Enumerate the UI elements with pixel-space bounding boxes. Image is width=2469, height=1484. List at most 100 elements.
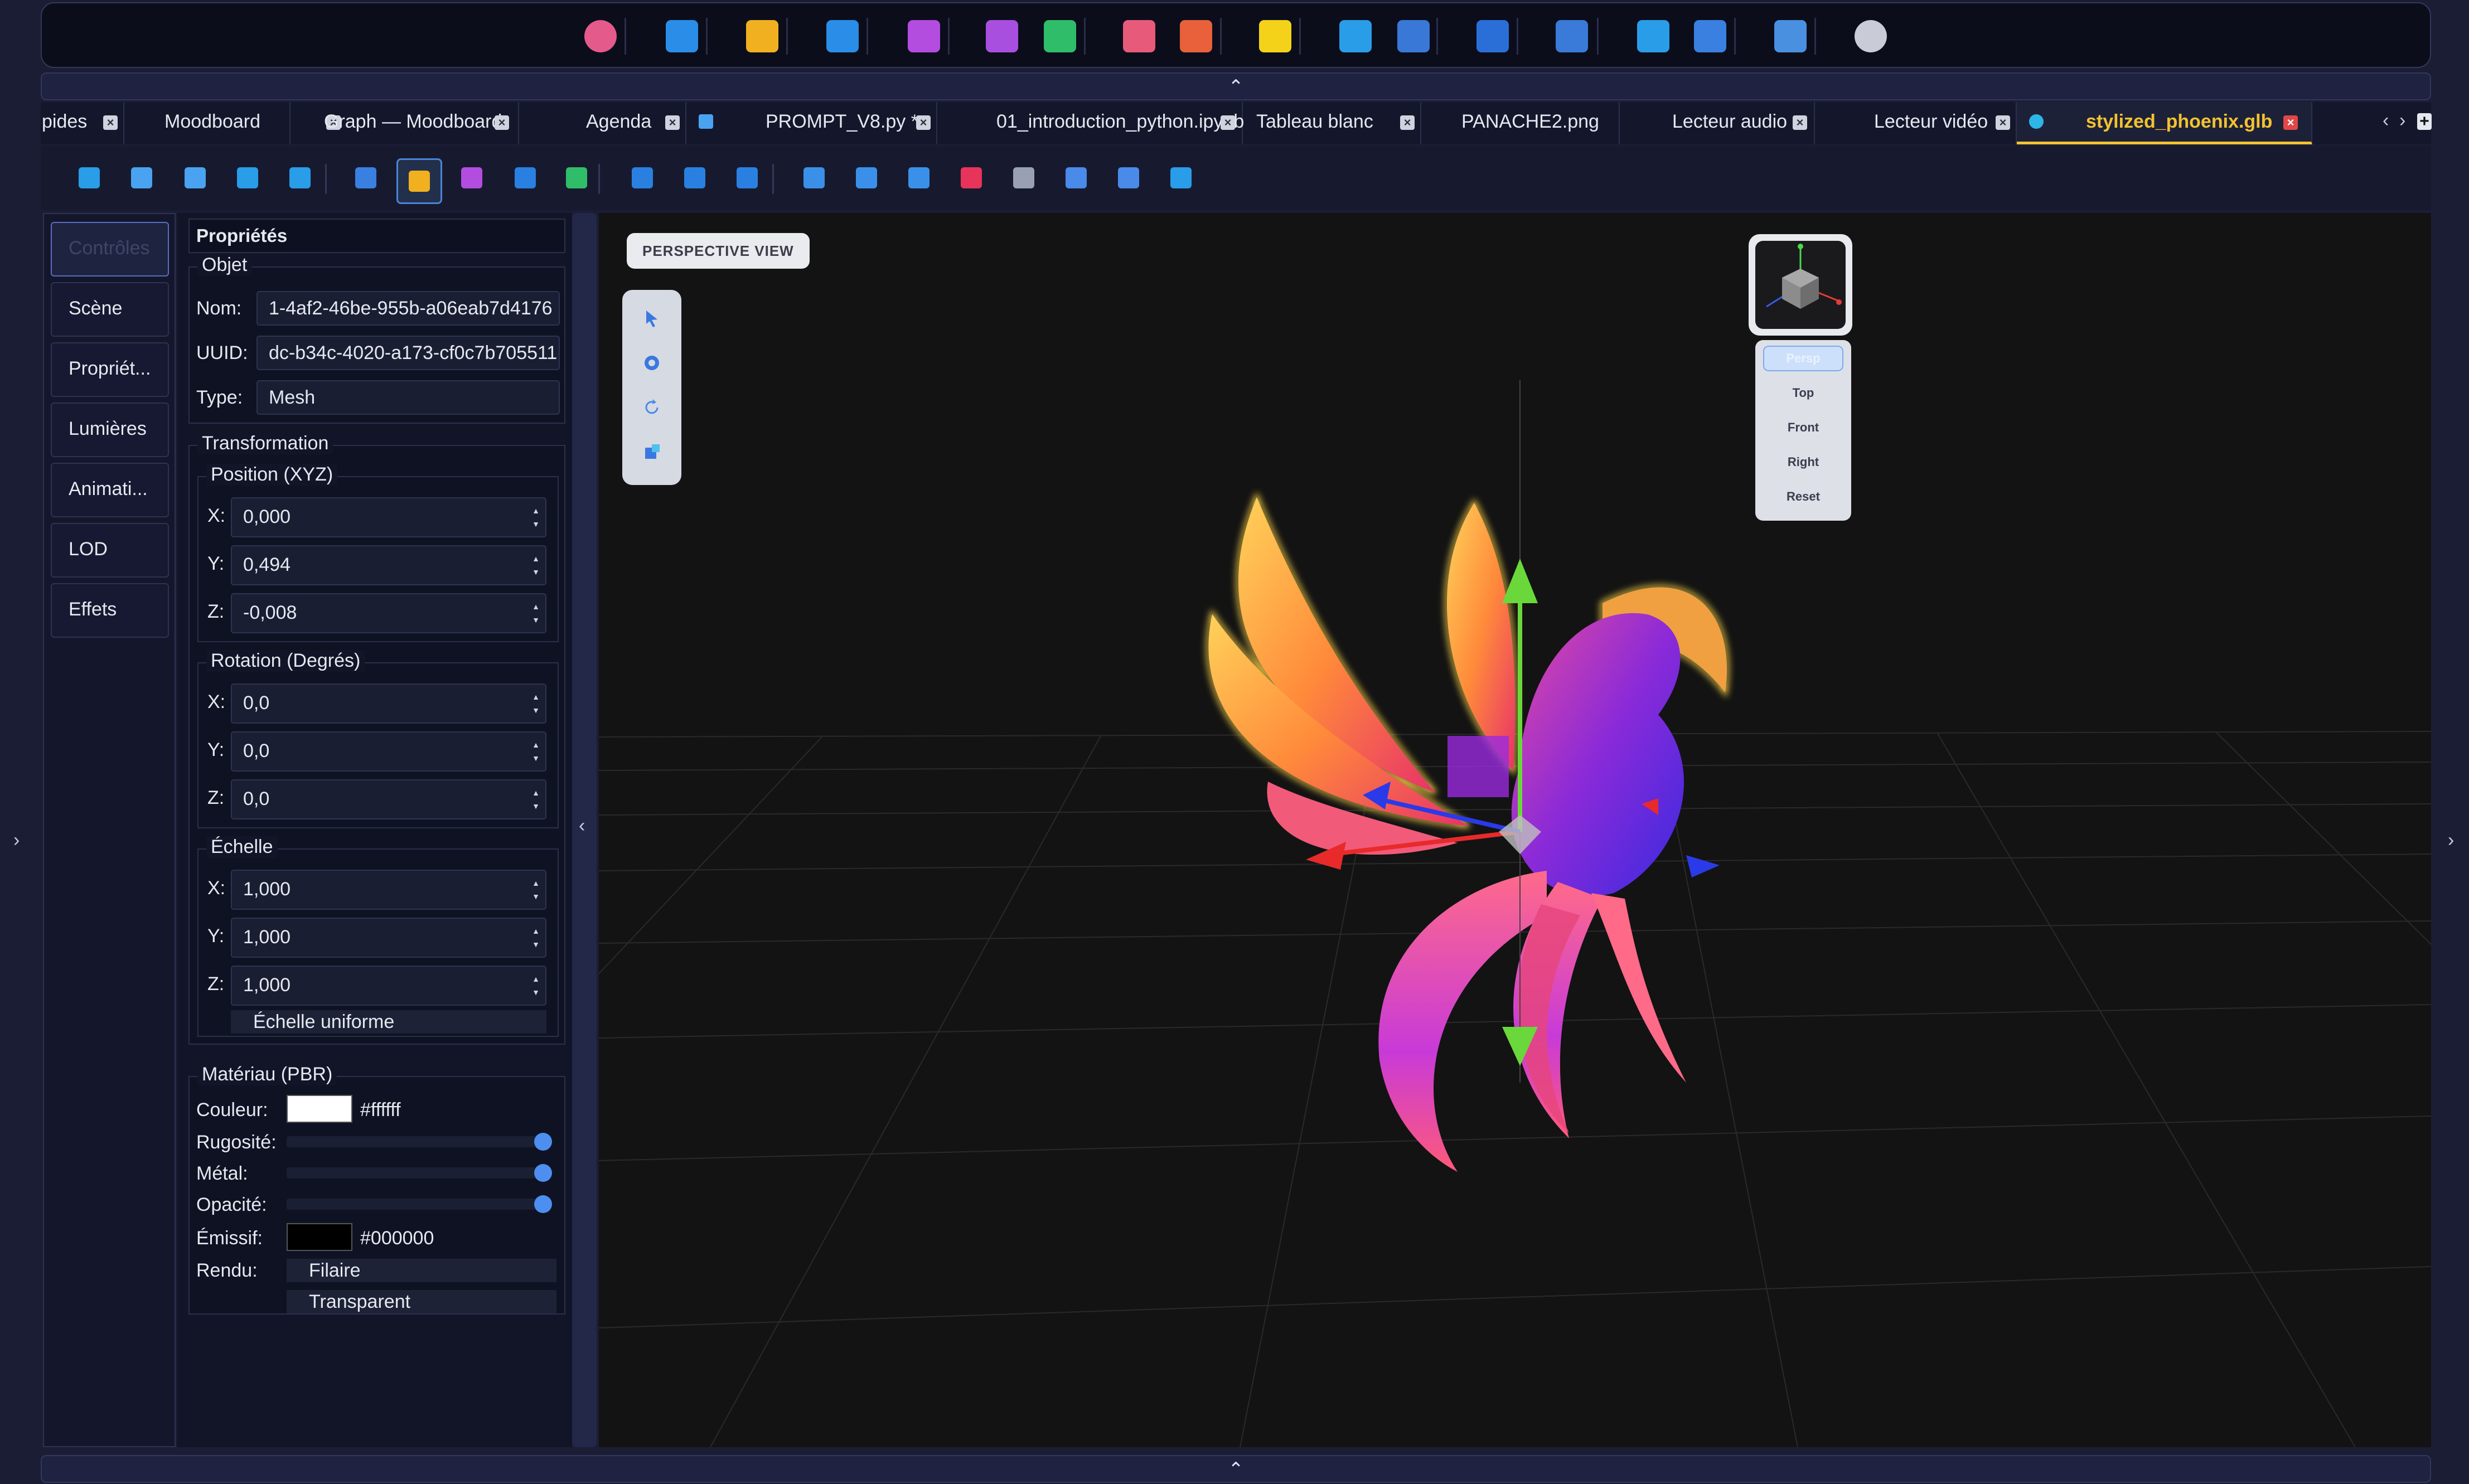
zoom-out-icon[interactable] (284, 162, 316, 194)
plane-icon[interactable] (509, 162, 541, 194)
nav-lod[interactable]: LOD (51, 523, 169, 578)
spinner-arrows-icon[interactable]: ▲ ▼ (532, 552, 540, 579)
redo-icon[interactable] (179, 162, 211, 194)
line-icon[interactable] (560, 162, 593, 194)
nav-controles[interactable]: Contrôles (51, 222, 169, 277)
view-persp-button[interactable]: Persp (1763, 346, 1843, 371)
fullscreen-icon[interactable] (1165, 162, 1197, 194)
spinner-arrows-icon[interactable]: ▲ ▼ (532, 876, 540, 903)
audio-player-app-icon[interactable] (1637, 20, 1669, 52)
tab-stylized-phoenix[interactable]: stylized_phoenix.glb × (2017, 102, 2312, 144)
rotate-icon[interactable] (637, 392, 667, 423)
transparent-toggle[interactable]: Transparent (287, 1290, 556, 1313)
panel-splitter[interactable]: ‹ (572, 213, 599, 1447)
window-app-icon[interactable] (666, 20, 698, 52)
grid-icon[interactable] (456, 162, 488, 194)
orbit-icon[interactable] (637, 348, 667, 378)
sticky-note-app-icon[interactable] (1259, 20, 1291, 52)
spinner-arrows-icon[interactable]: ▲ ▼ (532, 924, 540, 951)
code-editor-app-icon[interactable] (1339, 20, 1372, 52)
position-y-input[interactable]: 0,494 ▲ ▼ (231, 545, 546, 585)
axis-cube-icon[interactable] (1755, 241, 1846, 329)
slider-handle[interactable] (534, 1164, 552, 1182)
save-icon[interactable] (798, 162, 830, 194)
close-icon[interactable]: × (1793, 115, 1807, 130)
close-icon[interactable]: × (1400, 115, 1415, 130)
pause-icon[interactable] (679, 162, 711, 194)
app-logo-icon[interactable] (584, 20, 617, 52)
uniform-scale-toggle[interactable]: Échelle uniforme (231, 1010, 546, 1034)
close-icon[interactable]: × (665, 115, 680, 130)
nav-animation[interactable]: Animati... (51, 463, 169, 517)
object-uuid-field[interactable]: dc-b34c-4020-a173-cf0c7b705511 (256, 336, 560, 370)
epub-app-icon[interactable] (1180, 20, 1212, 52)
nav-proprietes[interactable]: Propriét... (51, 342, 169, 397)
right-rail[interactable]: › (2431, 102, 2469, 1484)
spinner-arrows-icon[interactable]: ▲ ▼ (532, 600, 540, 627)
presentation-app-icon[interactable] (908, 20, 940, 52)
hand-pan-icon[interactable] (1060, 162, 1092, 194)
view-mode-label[interactable]: PERSPECTIVE VIEW (627, 233, 810, 269)
view-front-button[interactable]: Front (1763, 415, 1843, 440)
video-player-app-icon[interactable] (1694, 20, 1726, 52)
zoom-fit-icon[interactable] (73, 162, 105, 194)
close-icon[interactable]: × (916, 115, 931, 130)
tab-lecteur-audio[interactable]: Lecteur audio × (1620, 102, 1815, 144)
close-icon[interactable]: × (2283, 115, 2298, 130)
nav-effets[interactable]: Effets (51, 583, 169, 638)
phoenix-model[interactable] (1206, 380, 1729, 1172)
3d-viewer-app-icon[interactable] (1774, 20, 1807, 52)
save-as-icon[interactable] (850, 162, 883, 194)
play-icon[interactable] (626, 162, 659, 194)
undo-icon[interactable] (125, 162, 158, 194)
object-name-field[interactable]: 1-4af2-46be-955b-a06eab7d4176 (256, 291, 560, 326)
rotation-y-input[interactable]: 0,0 ▲ ▼ (231, 731, 546, 772)
roughness-slider[interactable] (287, 1133, 552, 1151)
view-reset-button[interactable]: Reset (1763, 484, 1843, 510)
tab-agenda[interactable]: Agenda × (519, 102, 686, 144)
pdf-app-icon[interactable] (1123, 20, 1155, 52)
tab-lecteur-video[interactable]: Lecteur vidéo × (1815, 102, 2017, 144)
settings-icon[interactable] (1008, 162, 1040, 194)
new-tab-icon[interactable]: + (2417, 113, 2432, 130)
zoom-in-icon[interactable] (231, 162, 264, 194)
close-icon[interactable]: × (1221, 115, 1235, 130)
whiteboard-app-icon[interactable] (1476, 20, 1509, 52)
color-swatch[interactable] (287, 1095, 352, 1123)
tab-moodboard[interactable]: Moodboard × (124, 102, 341, 144)
image-viewer-app-icon[interactable] (1556, 20, 1588, 52)
nav-scene[interactable]: Scène (51, 282, 169, 337)
close-icon[interactable]: × (103, 115, 118, 130)
spinner-arrows-icon[interactable]: ▲ ▼ (532, 972, 540, 999)
tab-intro-notebook[interactable]: 01_introduction_python.ipynb × (937, 102, 1244, 144)
tab-scroll-right-icon[interactable]: › (2399, 110, 2405, 132)
stop-icon[interactable] (731, 162, 763, 194)
export-icon[interactable] (955, 162, 987, 194)
spinner-arrows-icon[interactable]: ▲ ▼ (532, 786, 540, 813)
close-icon[interactable]: × (495, 115, 509, 130)
moodboard-app-icon[interactable] (746, 20, 778, 52)
rotation-z-input[interactable]: 0,0 ▲ ▼ (231, 779, 546, 819)
rotation-x-input[interactable]: 0,0 ▲ ▼ (231, 683, 546, 724)
slider-handle[interactable] (534, 1133, 552, 1151)
left-rail[interactable]: › (0, 102, 41, 1484)
texture-icon[interactable] (396, 158, 442, 204)
close-icon[interactable]: × (1996, 115, 2010, 130)
spinner-arrows-icon[interactable]: ▲ ▼ (532, 504, 540, 531)
slider-handle[interactable] (534, 1195, 552, 1213)
scene-canvas[interactable] (599, 213, 2431, 1447)
scale-x-input[interactable]: 1,000 ▲ ▼ (231, 870, 546, 910)
select-cursor-icon[interactable] (637, 303, 667, 333)
emissive-swatch[interactable] (287, 1223, 352, 1251)
spinner-arrows-icon[interactable]: ▲ ▼ (532, 738, 540, 765)
grid-edit-icon[interactable] (350, 162, 382, 194)
tab-prompt-v8[interactable]: PROMPT_V8.py * × (686, 102, 937, 144)
collapse-top-bar[interactable]: ⌃ (41, 72, 2431, 100)
opacity-slider[interactable] (287, 1195, 552, 1213)
settings-app-icon[interactable] (1855, 20, 1887, 52)
spinner-arrows-icon[interactable]: ▲ ▼ (532, 690, 540, 717)
collapse-bottom-bar[interactable]: ⌃ (41, 1455, 2431, 1483)
wireframe-toggle[interactable]: Filaire (287, 1259, 556, 1282)
view-top-button[interactable]: Top (1763, 380, 1843, 406)
tab-tableau-blanc[interactable]: Tableau blanc × (1243, 102, 1421, 144)
